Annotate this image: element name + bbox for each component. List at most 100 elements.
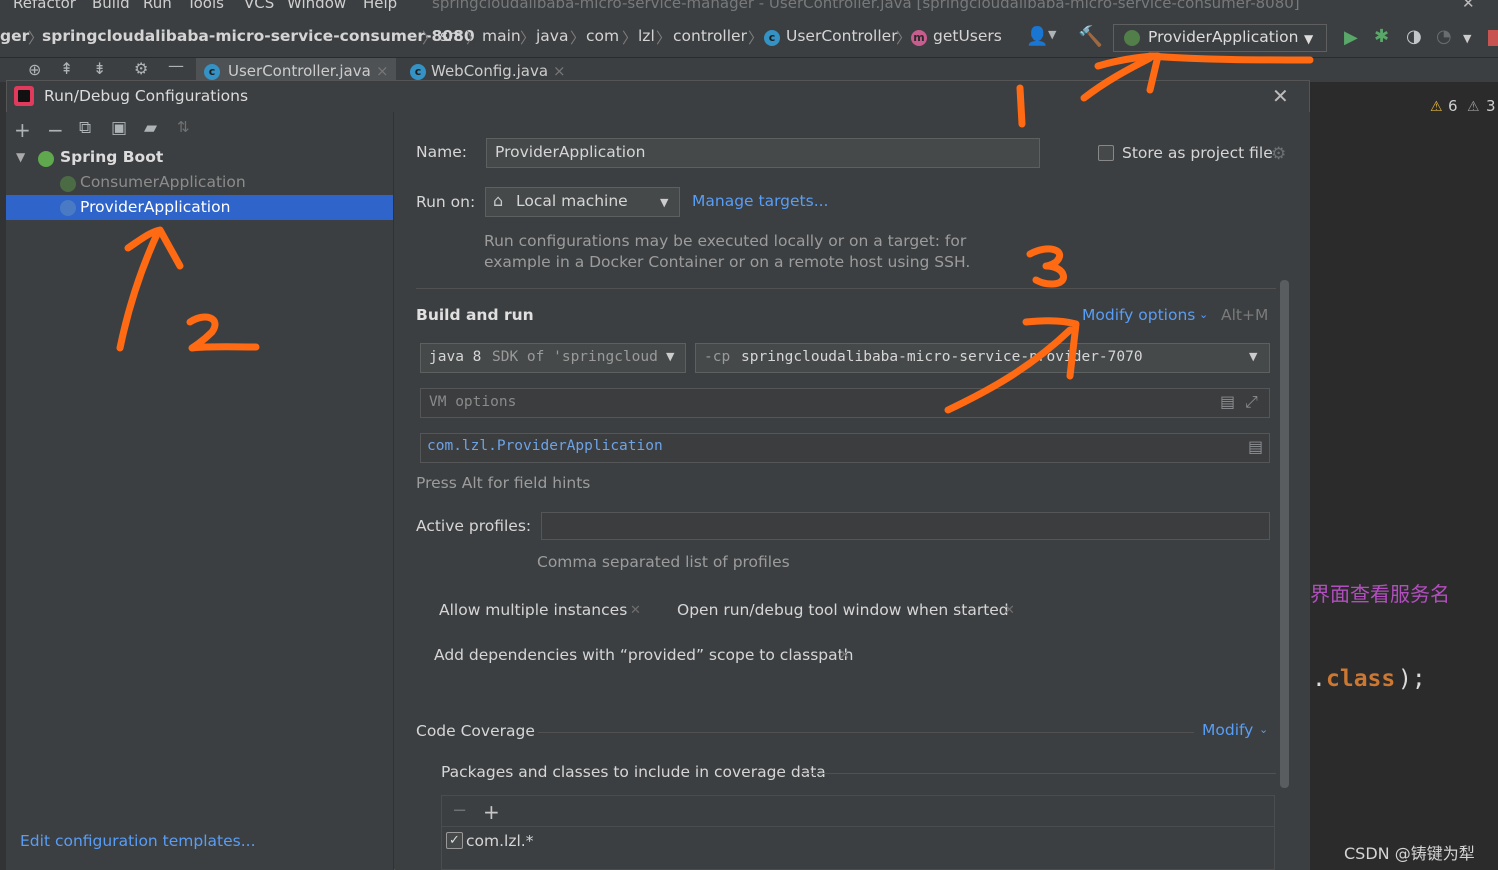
remove-chip-icon[interactable]: ✕ — [839, 648, 850, 663]
tree-group-spring-boot[interactable]: Spring Boot — [60, 148, 163, 166]
tab-webconfig[interactable]: c WebConfig.java × — [404, 58, 574, 82]
breadcrumb-main[interactable]: main — [482, 27, 521, 45]
run-icon[interactable]: ▶ — [1344, 27, 1358, 48]
expand-chevron-icon[interactable]: ▼ — [16, 150, 25, 164]
target-icon[interactable]: ⊕ — [28, 60, 41, 79]
tree-item-consumer-application[interactable]: ConsumerApplication — [80, 173, 246, 191]
edit-configuration-templates-link[interactable]: Edit configuration templates... — [20, 832, 256, 850]
user-icon[interactable]: 👤 — [1026, 26, 1048, 47]
sort-icon[interactable]: ⇅ — [177, 118, 190, 136]
tree-item-provider-application[interactable]: ProviderApplication — [80, 198, 230, 216]
active-profiles-hint: Comma separated list of profiles — [537, 553, 790, 571]
breadcrumb-java[interactable]: java — [536, 27, 568, 45]
code-suffix: ); — [1398, 666, 1426, 692]
document-icon[interactable]: ▤ — [1220, 392, 1235, 411]
watermark: CSDN @铸键为犁 — [1344, 844, 1475, 863]
remove-pattern-icon[interactable]: − — [452, 800, 467, 821]
chevron-down-icon: ▼ — [666, 350, 675, 363]
menu-build[interactable]: Build — [92, 0, 130, 12]
tab-label: WebConfig.java — [431, 62, 549, 80]
add-icon[interactable]: + — [14, 118, 31, 142]
expand-all-icon[interactable]: ⇟ — [93, 59, 106, 78]
coverage-pattern-checkbox[interactable]: ✓ — [446, 832, 463, 849]
menu-window[interactable]: Window — [287, 0, 346, 12]
profile-icon[interactable]: ◔ — [1436, 26, 1452, 47]
menu-run[interactable]: Run — [143, 0, 172, 12]
build-hammer-icon[interactable]: 🔨 — [1078, 24, 1103, 48]
breadcrumb-com[interactable]: com — [586, 27, 619, 45]
expand-icon[interactable]: ⤢ — [1245, 392, 1258, 412]
name-label: Name: — [416, 143, 467, 161]
modify-options-link[interactable]: Modify options — [1082, 306, 1195, 324]
breadcrumb-module-partial[interactable]: ger — [0, 27, 29, 45]
collapse-all-icon[interactable]: ⇞ — [60, 59, 73, 78]
chevron-down-icon[interactable]: ⌄ — [1199, 308, 1208, 321]
editor-tab-bar: ⊕ ⇞ ⇟ ⚙ — c UserController.java × c WebC… — [0, 58, 1498, 82]
warning-icon: ⚠ — [1430, 99, 1443, 115]
weak-warning-count: 3 — [1486, 97, 1496, 115]
close-dialog-icon[interactable]: ✕ — [1272, 84, 1289, 108]
store-project-file-label[interactable]: Store as project file — [1122, 144, 1273, 162]
breadcrumb-method[interactable]: getUsers — [933, 27, 1002, 45]
modify-coverage-link[interactable]: Modify — [1202, 721, 1253, 739]
breadcrumb-controller[interactable]: controller — [673, 27, 747, 45]
chevron-down-icon[interactable]: ▼ — [1463, 32, 1471, 45]
folder-icon[interactable]: ▰ — [144, 118, 157, 138]
coverage-patterns-list — [441, 795, 1275, 870]
divider — [442, 826, 1274, 827]
breadcrumb-class[interactable]: UserController — [786, 27, 898, 45]
store-project-file-checkbox[interactable] — [1098, 145, 1114, 161]
warning-count: 6 — [1448, 97, 1458, 115]
remove-chip-icon[interactable]: ✕ — [630, 603, 641, 618]
code-editor[interactable]: ⚠ 6 ⚠ 3 界面查看服务名 . class ); CSDN @铸键为犁 — [1310, 82, 1498, 870]
run-on-hint-line2: example in a Docker Container or on a re… — [484, 253, 971, 271]
class-icon: c — [764, 30, 780, 46]
breadcrumb-src[interactable]: src — [440, 27, 463, 45]
breadcrumb-lzl[interactable]: lzl — [638, 27, 655, 45]
manage-targets-link[interactable]: Manage targets... — [692, 192, 828, 210]
coverage-icon[interactable]: ◑ — [1406, 26, 1422, 47]
vertical-scrollbar[interactable] — [1280, 280, 1289, 788]
run-configuration-label: ProviderApplication — [1148, 28, 1299, 46]
document-icon[interactable]: ▤ — [1248, 437, 1263, 456]
remove-chip-icon[interactable]: ✕ — [1004, 603, 1015, 618]
classpath-module-value: springcloudalibaba-micro-service-provide… — [741, 349, 1143, 365]
save-icon[interactable]: ▣ — [111, 118, 127, 138]
spring-boot-icon — [60, 200, 76, 216]
menu-vcs[interactable]: VCS — [244, 0, 274, 12]
add-pattern-icon[interactable]: + — [483, 800, 500, 824]
chip-allow-multiple-instances: Allow multiple instances — [439, 601, 628, 619]
jdk-keyword: java 8 — [429, 349, 482, 365]
minimize-icon[interactable]: — — [168, 58, 184, 75]
menu-help[interactable]: Help — [363, 0, 397, 12]
class-icon: c — [204, 64, 220, 80]
intellij-logo-inner — [18, 90, 30, 102]
menu-refactor[interactable]: Refactor — [13, 0, 76, 12]
remove-icon[interactable]: − — [47, 118, 64, 142]
run-on-label: Run on: — [416, 193, 476, 211]
active-profiles-label: Active profiles: — [416, 517, 532, 535]
menu-tools[interactable]: Tools — [187, 0, 224, 12]
method-icon: m — [911, 30, 927, 46]
close-tab-icon[interactable]: × — [376, 62, 389, 80]
divider — [802, 773, 1276, 774]
tab-usercontroller[interactable]: c UserController.java × — [196, 58, 396, 82]
field-hints-text: Press Alt for field hints — [416, 474, 591, 492]
debug-bug-icon[interactable]: ✱ — [1374, 26, 1389, 47]
chevron-down-icon[interactable]: ⌄ — [1259, 723, 1268, 736]
chevron-down-icon[interactable]: ▼ — [1048, 28, 1056, 41]
name-value: ProviderApplication — [495, 143, 646, 161]
breadcrumb-project[interactable]: springcloudalibaba-micro-service-consume… — [42, 27, 475, 45]
jdk-value: SDK of 'springcloud — [492, 349, 658, 365]
modify-options-shortcut: Alt+M — [1221, 306, 1269, 324]
vm-options-field[interactable] — [420, 388, 1270, 418]
coverage-packages-label: Packages and classes to include in cover… — [441, 763, 826, 781]
settings-gear-icon[interactable]: ⚙ — [1271, 144, 1286, 164]
close-tab-icon[interactable]: × — [553, 62, 566, 80]
stop-icon[interactable] — [1488, 30, 1498, 46]
settings-gear-icon[interactable]: ⚙ — [134, 59, 148, 78]
close-window-icon[interactable]: ✕ — [1462, 0, 1475, 12]
menu-bar: Refactor Build Run Tools VCS Window Help… — [0, 0, 1498, 18]
copy-icon[interactable]: ⧉ — [79, 118, 91, 138]
active-profiles-field[interactable] — [541, 512, 1270, 540]
